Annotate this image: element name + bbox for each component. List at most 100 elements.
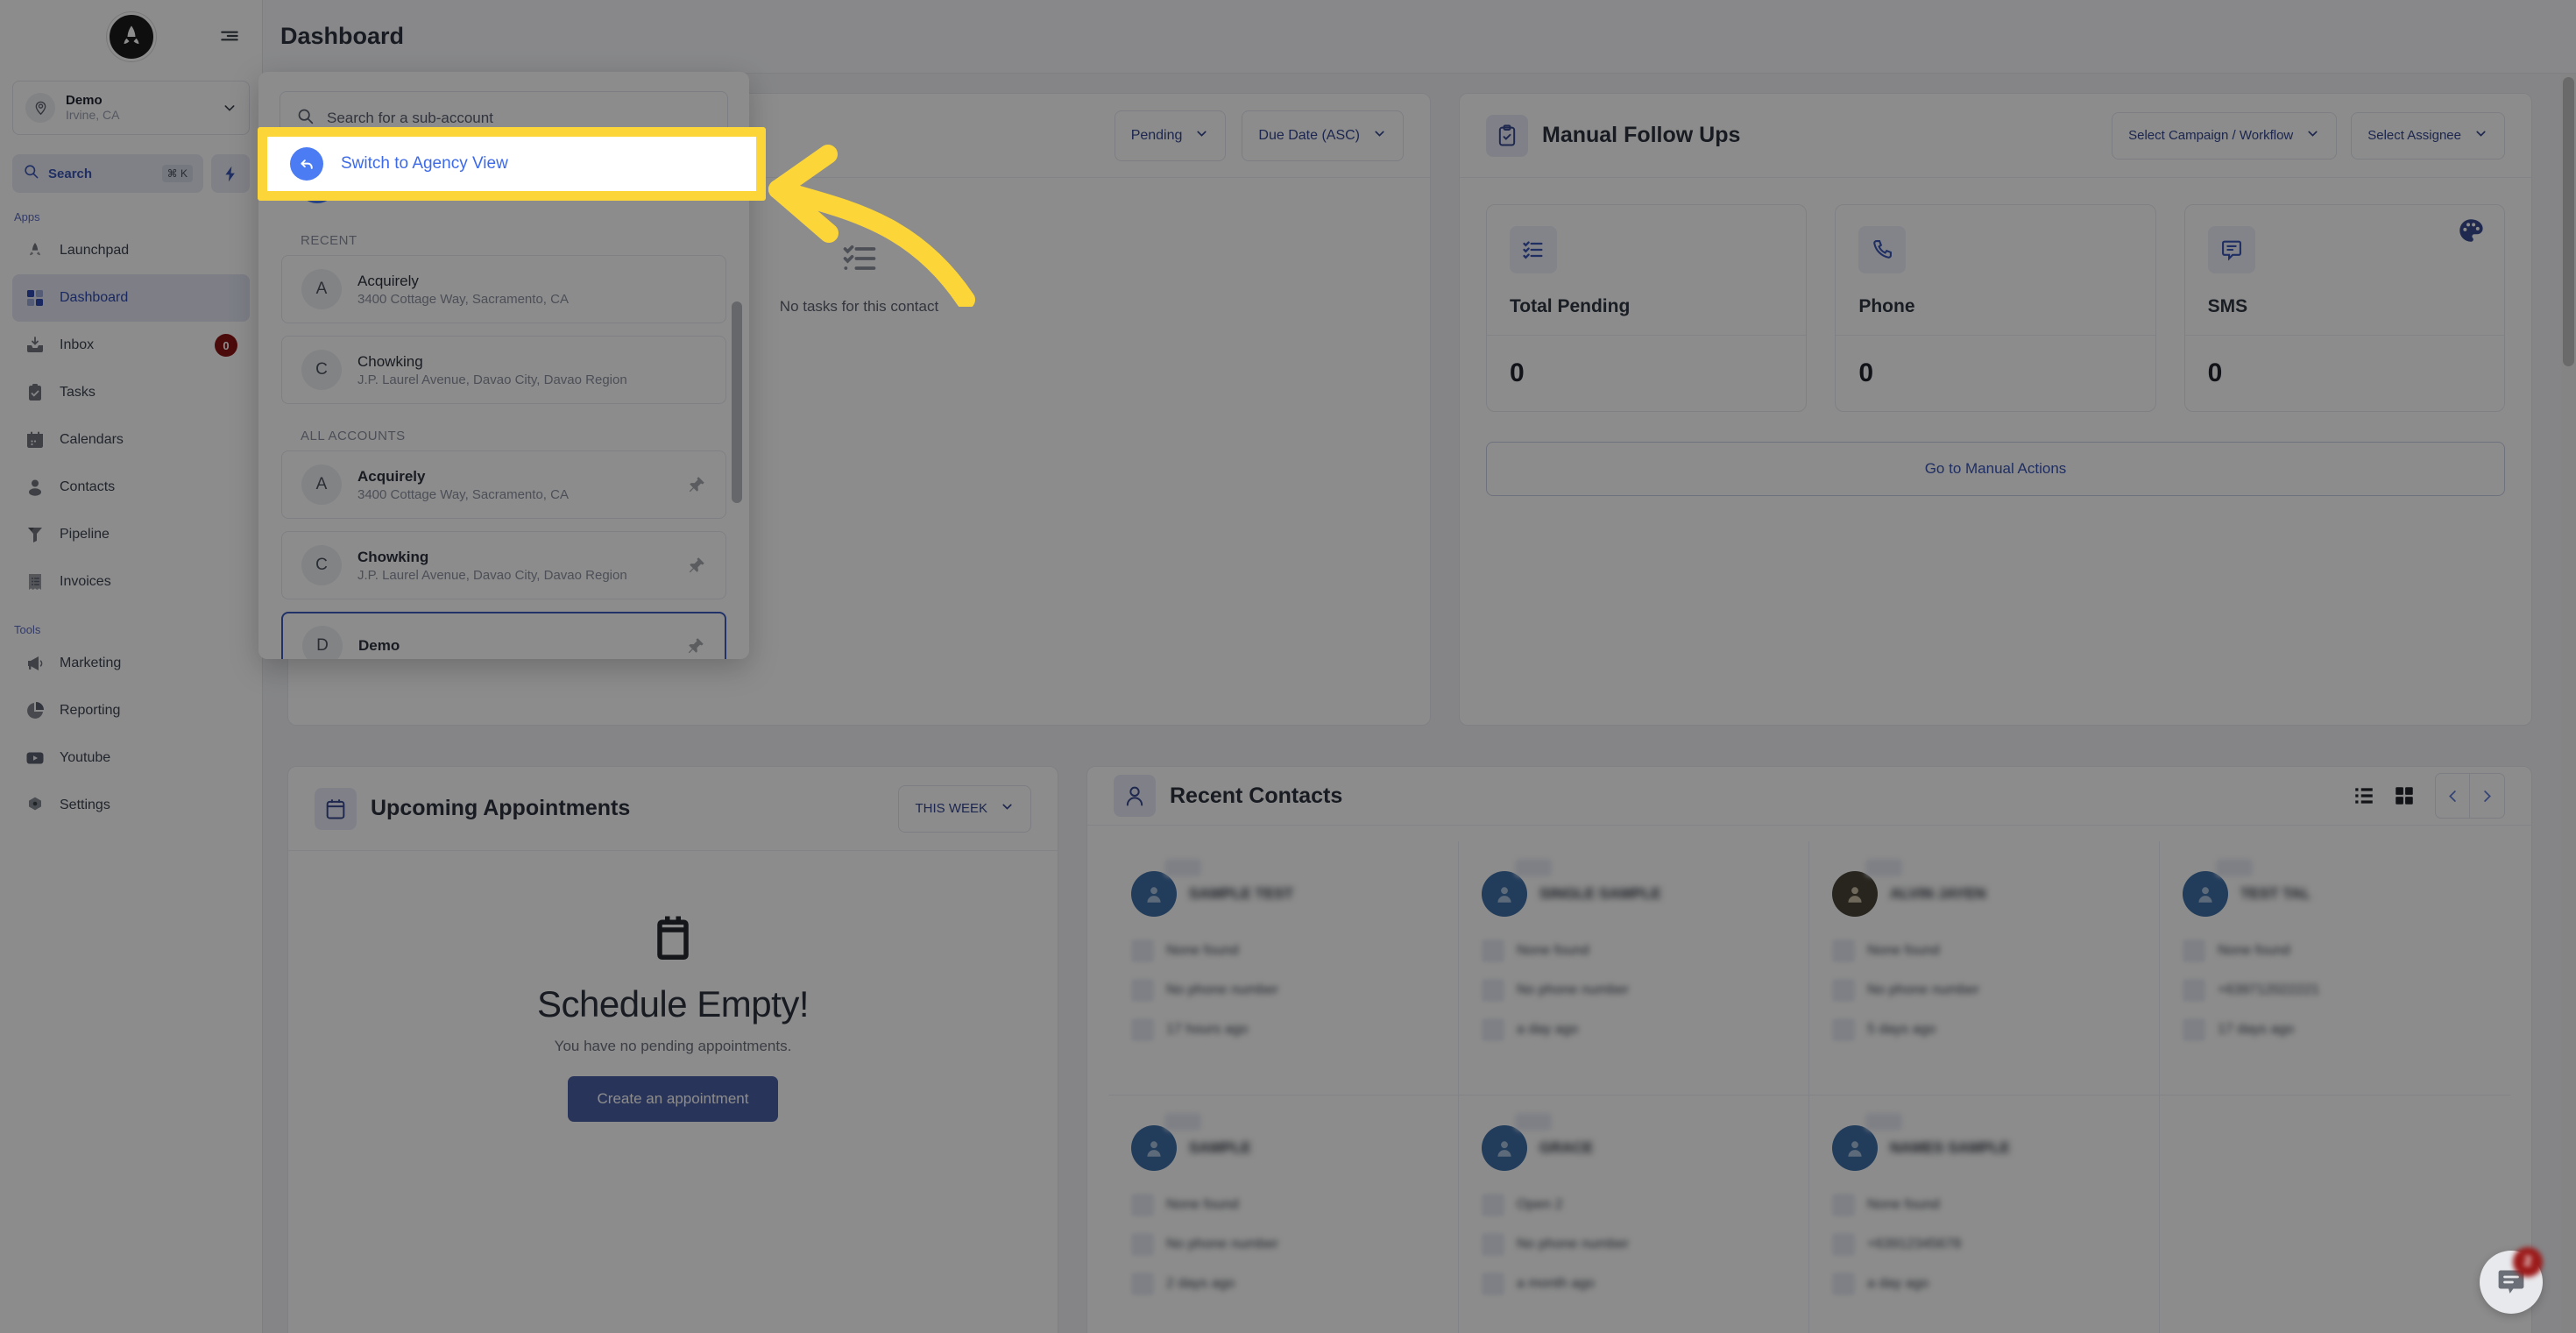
chat-widget-button[interactable]: 2 bbox=[2480, 1247, 2543, 1314]
pin-icon[interactable] bbox=[687, 475, 706, 494]
sidebar-item-label: Contacts bbox=[60, 479, 116, 494]
contact-name: SAMPLE bbox=[1189, 1139, 1251, 1157]
go-to-manual-actions-button[interactable]: Go to Manual Actions bbox=[1486, 442, 2505, 496]
sidebar-item-pipeline[interactable]: Pipeline bbox=[12, 511, 250, 558]
avatar bbox=[1131, 1125, 1177, 1172]
collapse-menu-icon[interactable] bbox=[215, 21, 244, 51]
contact-card[interactable]: TEST TAL None found +639712022221 17 day… bbox=[2160, 841, 2510, 1096]
clipboard-check-icon bbox=[25, 382, 46, 403]
sidebar-item-youtube[interactable]: Youtube bbox=[12, 734, 250, 782]
contact-name: ALVIN JAYEN bbox=[1890, 885, 1986, 903]
chevron-down-icon bbox=[2473, 126, 2488, 145]
select-assignee-dropdown[interactable]: Select Assignee bbox=[2351, 111, 2505, 160]
calendar-empty-icon bbox=[647, 912, 699, 969]
clock-icon bbox=[2183, 1018, 2205, 1042]
stat-label: SMS bbox=[2207, 296, 2248, 316]
clock-icon bbox=[1832, 1018, 1855, 1042]
vertical-scrollbar[interactable] bbox=[2561, 74, 2576, 1333]
contact-card[interactable]: ALVIN JAYEN None found No phone number 5… bbox=[1809, 841, 2160, 1096]
pie-chart-icon bbox=[25, 700, 46, 721]
lightning-bolt-icon[interactable] bbox=[211, 154, 250, 193]
avatar: A bbox=[301, 269, 342, 309]
status-badge bbox=[1164, 1113, 1201, 1131]
manual-follow-ups-stats: Total Pending 0 Phone 0 SMS 0 bbox=[1460, 178, 2531, 412]
contact-time: a month ago bbox=[1517, 1276, 1595, 1292]
sidebar-item-dashboard[interactable]: Dashboard bbox=[12, 274, 250, 322]
contact-card[interactable]: NAMES SAMPLE None found +63912345678 a d… bbox=[1809, 1095, 2160, 1333]
sidebar-item-inbox[interactable]: Inbox 0 bbox=[12, 322, 250, 369]
phone-icon bbox=[1482, 979, 1504, 1003]
recent-account-item[interactable]: C Chowking J.P. Laurel Avenue, Davao Cit… bbox=[281, 336, 726, 404]
contact-card[interactable]: SINGLE SAMPLE None found No phone number… bbox=[1459, 841, 1809, 1096]
sidebar: Demo Irvine, CA Search ⌘ K Apps Launchpa… bbox=[0, 0, 263, 1333]
avatar: A bbox=[301, 464, 342, 505]
pin-icon[interactable] bbox=[687, 556, 706, 575]
task-list-icon bbox=[1510, 226, 1557, 273]
account-switcher[interactable]: Demo Irvine, CA bbox=[12, 81, 250, 135]
scrollbar-thumb[interactable] bbox=[732, 301, 742, 503]
sidebar-item-settings[interactable]: Settings bbox=[12, 782, 250, 829]
account-item[interactable]: A Acquirely 3400 Cottage Way, Sacramento… bbox=[281, 450, 726, 519]
contact-card[interactable]: SAMPLE None found No phone number 2 days… bbox=[1108, 1095, 1459, 1333]
scrollbar-thumb[interactable] bbox=[2563, 77, 2574, 366]
chevron-down-icon bbox=[1000, 799, 1015, 818]
account-item[interactable]: C Chowking J.P. Laurel Avenue, Davao Cit… bbox=[281, 531, 726, 599]
calendar-icon bbox=[315, 787, 357, 830]
sidebar-item-contacts[interactable]: Contacts bbox=[12, 464, 250, 511]
select-campaign-workflow-dropdown[interactable]: Select Campaign / Workflow bbox=[2112, 111, 2338, 160]
sidebar-item-tasks[interactable]: Tasks bbox=[12, 369, 250, 416]
chevron-left-icon[interactable] bbox=[2435, 773, 2470, 819]
contact-card[interactable]: SAMPLE TEST None found No phone number 1… bbox=[1108, 841, 1459, 1096]
tasks-sort-filter[interactable]: Due Date (ASC) bbox=[1242, 110, 1404, 161]
grid-view-icon[interactable] bbox=[2389, 781, 2419, 811]
contact-time: 5 days ago bbox=[1867, 1022, 1936, 1038]
status-badge bbox=[1515, 859, 1552, 877]
highlight-callout-switch-to-agency-view[interactable]: Switch to Agency View bbox=[258, 127, 766, 201]
phone-icon bbox=[1131, 1233, 1154, 1257]
contact-card[interactable]: GRACE Open 2 No phone number a month ago bbox=[1459, 1095, 1809, 1333]
list-view-icon[interactable] bbox=[2349, 781, 2379, 811]
sidebar-item-launchpad[interactable]: Launchpad bbox=[12, 227, 250, 274]
page-title: Dashboard bbox=[280, 23, 405, 49]
appointments-range-label: THIS WEEK bbox=[915, 801, 987, 816]
gear-icon bbox=[25, 795, 46, 816]
avatar bbox=[1832, 1125, 1878, 1172]
avatar bbox=[1131, 871, 1177, 918]
upcoming-appointments-title: Upcoming Appointments bbox=[371, 796, 631, 820]
sidebar-item-invoices[interactable]: Invoices bbox=[12, 558, 250, 606]
recent-account-item[interactable]: A Acquirely 3400 Cottage Way, Sacramento… bbox=[281, 255, 726, 323]
contact-name: SAMPLE TEST bbox=[1189, 885, 1294, 903]
account-name: Chowking bbox=[357, 352, 423, 370]
contact-phone: +639712022221 bbox=[2218, 982, 2320, 998]
recent-contacts-grid: SAMPLE TEST None found No phone number 1… bbox=[1087, 826, 2531, 1333]
chevron-down-icon bbox=[1194, 126, 1209, 145]
account-location: Irvine, CA bbox=[66, 107, 120, 122]
clock-icon bbox=[1482, 1018, 1504, 1042]
sidebar-search-row: Search ⌘ K bbox=[12, 154, 250, 193]
dropdown-scrollbar[interactable] bbox=[732, 301, 742, 626]
palette-icon[interactable] bbox=[2442, 202, 2500, 259]
contact-email: None found bbox=[1166, 943, 1239, 959]
sidebar-item-reporting[interactable]: Reporting bbox=[12, 687, 250, 734]
sidebar-item-calendars[interactable]: Calendars bbox=[12, 416, 250, 464]
contact-name: SINGLE SAMPLE bbox=[1539, 885, 1661, 903]
appointments-range-dropdown[interactable]: THIS WEEK bbox=[898, 784, 1031, 833]
create-appointment-button[interactable]: Create an appointment bbox=[567, 1076, 779, 1122]
pin-icon[interactable] bbox=[686, 636, 705, 656]
tasks-status-filter[interactable]: Pending bbox=[1114, 110, 1227, 161]
recent-contacts-title: Recent Contacts bbox=[1170, 783, 1343, 808]
sidebar-item-marketing[interactable]: Marketing bbox=[12, 640, 250, 687]
calendar-icon bbox=[25, 429, 46, 450]
sidebar-section-apps-label: Apps bbox=[14, 210, 40, 223]
chevron-right-icon[interactable] bbox=[2470, 773, 2505, 819]
account-name: Acquirely bbox=[357, 467, 426, 485]
search-input[interactable]: Search ⌘ K bbox=[12, 154, 203, 193]
account-item-selected[interactable]: D Demo bbox=[281, 612, 726, 659]
manual-follow-ups-title: Manual Follow Ups bbox=[1542, 123, 1741, 147]
subaccount-search-input[interactable] bbox=[327, 110, 711, 127]
stat-phone: Phone 0 bbox=[1835, 204, 2156, 412]
sidebar-logo-row bbox=[0, 0, 262, 74]
rocket-logo-icon[interactable] bbox=[106, 12, 156, 61]
clock-icon bbox=[1131, 1273, 1154, 1296]
location-pin-icon bbox=[25, 93, 55, 123]
